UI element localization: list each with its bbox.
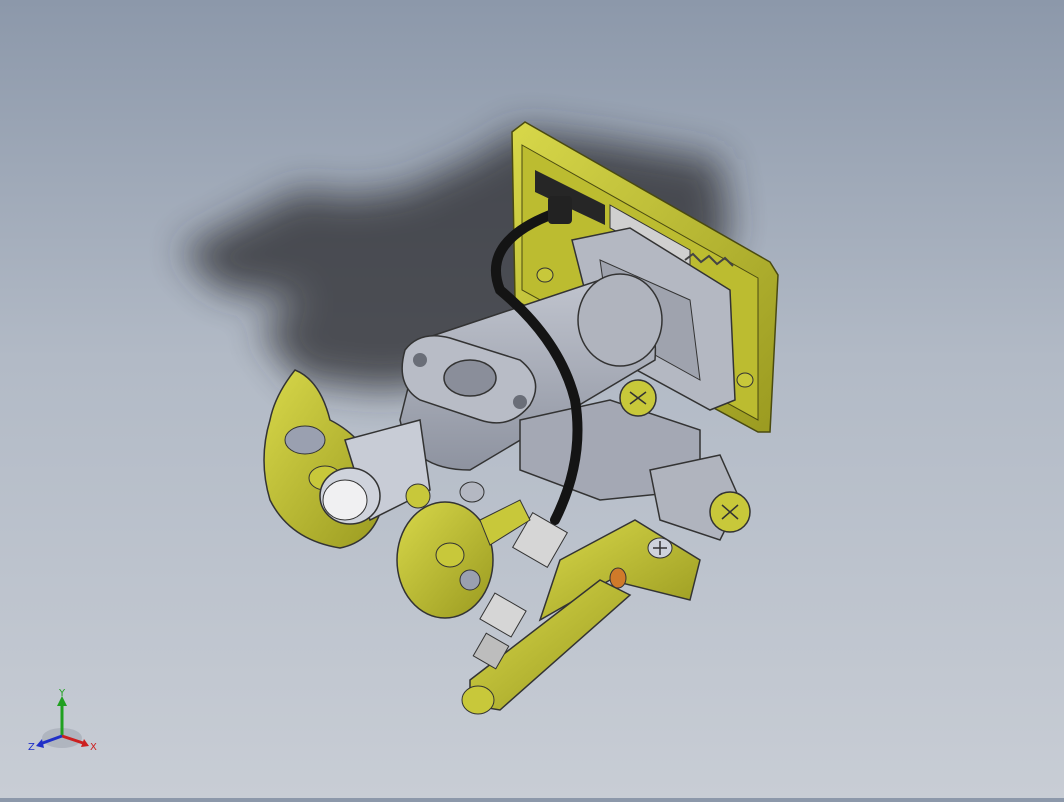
thermocouple-bracket[interactable]	[461, 499, 701, 715]
x-axis-label: X	[90, 742, 97, 753]
y-axis-label: Y	[58, 688, 66, 699]
orientation-triad[interactable]: Y X Z	[26, 684, 106, 760]
tube-connector	[548, 196, 572, 224]
model-render[interactable]	[0, 0, 1064, 798]
graphics-viewport[interactable]	[0, 0, 1064, 798]
lower-adjuster-disc[interactable]	[396, 501, 494, 619]
z-axis-label: Z	[28, 742, 35, 753]
